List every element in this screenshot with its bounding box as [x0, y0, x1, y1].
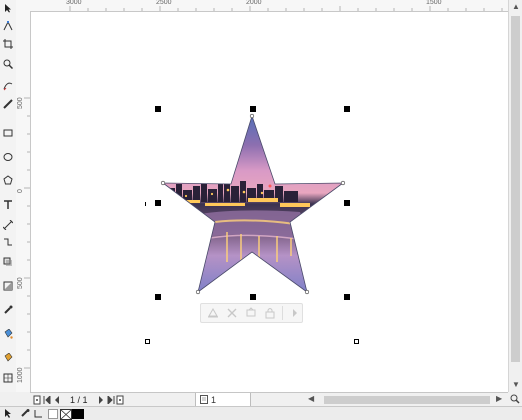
toolbar-separator — [282, 306, 283, 320]
page-navigator: 1 / 1 — [32, 393, 126, 407]
selection-handle[interactable] — [155, 106, 161, 112]
skew-handle[interactable] — [145, 202, 146, 206]
more-options-icon[interactable] — [289, 306, 302, 320]
tab-page-1[interactable]: 1 — [195, 393, 251, 407]
scroll-up-icon[interactable]: ▲ — [512, 2, 520, 11]
selection-handle[interactable] — [250, 294, 256, 300]
vertical-scrollbar[interactable]: ▲ ▼ — [508, 0, 522, 392]
first-page-icon[interactable] — [42, 394, 52, 406]
pointer-icon — [5, 409, 11, 418]
scroll-down-icon[interactable]: ▼ — [512, 380, 520, 389]
page-icon — [200, 395, 208, 404]
extract-contents-icon[interactable] — [244, 306, 257, 320]
previous-page-icon[interactable] — [52, 394, 62, 406]
next-page-icon[interactable] — [96, 394, 106, 406]
outline-indicator-icon[interactable] — [34, 409, 44, 418]
horizontal-scrollbar[interactable]: ◀ ▶ — [308, 394, 503, 405]
selection-handle[interactable] — [344, 200, 350, 206]
lock-contents-icon[interactable] — [263, 306, 276, 320]
fill-indicator-icon[interactable] — [20, 409, 30, 418]
page-tab-label: 1 — [211, 394, 217, 405]
edit-powerclip-icon[interactable] — [206, 306, 219, 320]
scroll-left-icon[interactable]: ◀ — [308, 394, 314, 403]
selection-handle[interactable] — [250, 106, 256, 112]
rotation-handle[interactable] — [145, 339, 150, 344]
star-powerclip-image[interactable] — [0, 0, 522, 419]
fill-swatch-none[interactable] — [48, 409, 58, 419]
insert-page-before-icon[interactable] — [32, 394, 42, 406]
outline-color-swatch[interactable] — [72, 409, 84, 419]
zoom-navigator-icon[interactable] — [508, 392, 522, 406]
rotation-handle[interactable] — [354, 339, 359, 344]
horizontal-scroll-thumb[interactable] — [324, 396, 490, 404]
insert-page-after-icon[interactable] — [116, 394, 126, 406]
select-contents-icon[interactable] — [225, 306, 238, 320]
last-page-icon[interactable] — [106, 394, 116, 406]
quick-action-toolbar — [200, 303, 303, 323]
no-fill-swatch[interactable] — [60, 409, 72, 420]
status-bar — [0, 406, 522, 420]
scroll-right-icon[interactable]: ▶ — [496, 394, 502, 403]
page-count: 1 / 1 — [70, 395, 88, 405]
selection-handle[interactable] — [155, 294, 161, 300]
selection-handle[interactable] — [344, 294, 350, 300]
selection-handle[interactable] — [155, 200, 161, 206]
vertical-scroll-thumb[interactable] — [511, 16, 520, 362]
selection-handle[interactable] — [344, 106, 350, 112]
page-navigator-bar: 1 / 1 1 ◀ ▶ — [30, 392, 508, 407]
